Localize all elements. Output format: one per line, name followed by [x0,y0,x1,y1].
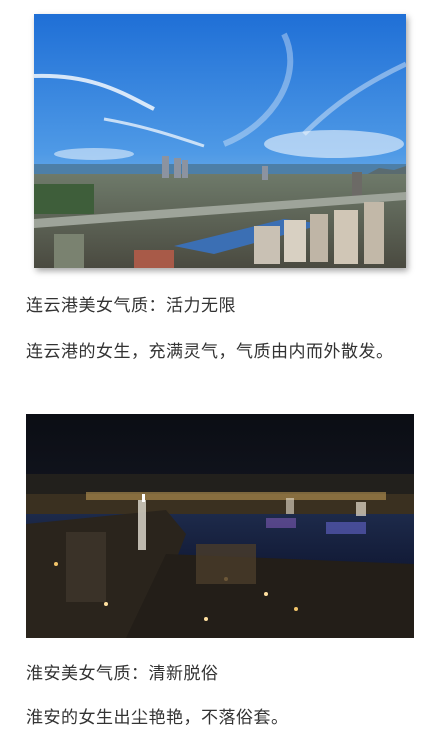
section-1-heading: 连云港美女气质：活力无限 [26,296,236,316]
section-1-body: 连云港的女生，充满灵气，气质由内而外散发。 [26,342,394,362]
lianyungang-city-photo [34,14,406,268]
section-2-heading: 淮安美女气质：清新脱俗 [26,664,219,684]
section-2-body: 淮安的女生出尘艳艳，不落俗套。 [26,708,289,728]
huaian-night-city-photo [26,414,414,638]
